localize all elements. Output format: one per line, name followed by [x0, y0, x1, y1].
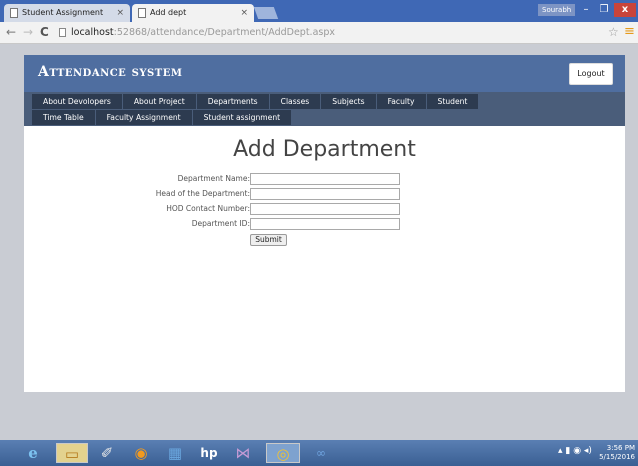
- form-row-hod-contact: HOD Contact Number:: [24, 203, 625, 217]
- tab-close-icon[interactable]: ×: [240, 4, 248, 22]
- minimize-button[interactable]: –: [578, 3, 594, 17]
- page-viewport: Attendance system Logout About Devoloper…: [0, 44, 638, 440]
- address-path: :52868/attendance/Department/AddDept.asp…: [113, 27, 335, 38]
- browser-toolbar: ← → C localhost:52868/attendance/Departm…: [0, 22, 638, 44]
- close-window-button[interactable]: x: [614, 3, 636, 17]
- file-explorer-icon[interactable]: ▭: [56, 443, 88, 463]
- media-player-icon[interactable]: ▦: [164, 443, 186, 463]
- tab-add-dept[interactable]: Add dept ×: [132, 4, 254, 22]
- menu-item-faculty-assignment[interactable]: Faculty Assignment: [95, 110, 192, 125]
- department-id-input[interactable]: [250, 218, 400, 230]
- tab-student-assignment[interactable]: Student Assignment ×: [4, 4, 130, 22]
- form-row-department-name: Department Name:: [24, 173, 625, 187]
- back-arrow-icon[interactable]: ←: [6, 25, 16, 39]
- menu-item-student[interactable]: Student: [426, 94, 479, 109]
- profile-badge[interactable]: Sourabh: [538, 4, 576, 16]
- submit-button[interactable]: Submit: [250, 234, 287, 246]
- hod-contact-input[interactable]: [250, 203, 400, 215]
- internet-explorer-icon[interactable]: e: [22, 443, 44, 463]
- page-title: Add Department: [233, 137, 416, 162]
- menu-item-faculty[interactable]: Faculty: [376, 94, 426, 109]
- page-icon: [59, 28, 66, 37]
- form-row-head-of-department: Head of the Department:: [24, 188, 625, 202]
- new-tab-button[interactable]: [253, 7, 279, 19]
- menu-item-about-project[interactable]: About Project: [122, 94, 196, 109]
- bookmark-star-icon[interactable]: ☆: [608, 25, 619, 39]
- menu-item-departments[interactable]: Departments: [196, 94, 269, 109]
- browser-menu-icon[interactable]: ≡: [624, 24, 635, 39]
- page-icon: [138, 8, 146, 18]
- menu-item-about-developers[interactable]: About Devolopers: [32, 94, 122, 109]
- department-name-label: Department Name:: [177, 174, 250, 183]
- menu-item-student-assignment[interactable]: Student assignment: [192, 110, 292, 125]
- tab-label: Add dept: [150, 8, 187, 17]
- clock-time: 3:56 PM: [606, 444, 635, 452]
- head-of-department-label: Head of the Department:: [155, 189, 250, 198]
- department-id-label: Department ID:: [191, 219, 250, 228]
- cloud-app-icon[interactable]: ∞: [310, 443, 332, 463]
- app-header: Attendance system Logout: [24, 55, 625, 92]
- page-icon: [10, 8, 18, 18]
- menu-item-classes[interactable]: Classes: [269, 94, 321, 109]
- main-navbar: About Devolopers About Project Departmen…: [24, 92, 625, 126]
- firefox-icon[interactable]: ◉: [130, 443, 152, 463]
- address-host: localhost: [71, 27, 114, 38]
- maximize-button[interactable]: ❐: [596, 3, 612, 17]
- tab-label: Student Assignment: [22, 8, 104, 17]
- system-tray[interactable]: ▴ ▮ ◉ ◂): [558, 446, 592, 456]
- chrome-icon[interactable]: ◎: [266, 443, 300, 463]
- clock-date: 5/15/2016: [599, 453, 635, 461]
- menu-item-subjects[interactable]: Subjects: [321, 94, 376, 109]
- taskbar-clock[interactable]: 3:56 PM 5/15/2016: [597, 444, 635, 462]
- hod-contact-label: HOD Contact Number:: [166, 204, 250, 213]
- reload-icon[interactable]: C: [40, 25, 49, 39]
- address-bar[interactable]: localhost:52868/attendance/Department/Ad…: [57, 25, 617, 41]
- forward-arrow-icon[interactable]: →: [23, 25, 33, 39]
- hp-icon[interactable]: hp: [198, 443, 220, 463]
- department-name-input[interactable]: [250, 173, 400, 185]
- form-row-department-id: Department ID:: [24, 218, 625, 232]
- app-container: Attendance system Logout About Devoloper…: [24, 55, 625, 392]
- main-menu: About Devolopers About Project Departmen…: [32, 94, 542, 126]
- tab-close-icon[interactable]: ×: [116, 4, 124, 22]
- menu-item-time-table[interactable]: Time Table: [32, 110, 95, 125]
- browser-tabstrip: Student Assignment × Add dept × Sourabh …: [0, 0, 638, 22]
- logout-button[interactable]: Logout: [569, 63, 613, 85]
- vs-code-icon[interactable]: ⋈: [232, 443, 254, 463]
- app-title: Attendance system: [38, 64, 183, 80]
- head-of-department-input[interactable]: [250, 188, 400, 200]
- visual-studio-icon[interactable]: ✐: [96, 443, 118, 463]
- windows-taskbar: e ▭ ✐ ◉ ▦ hp ⋈ ◎ ∞ ▴ ▮ ◉ ◂) 3:56 PM 5/15…: [0, 440, 638, 466]
